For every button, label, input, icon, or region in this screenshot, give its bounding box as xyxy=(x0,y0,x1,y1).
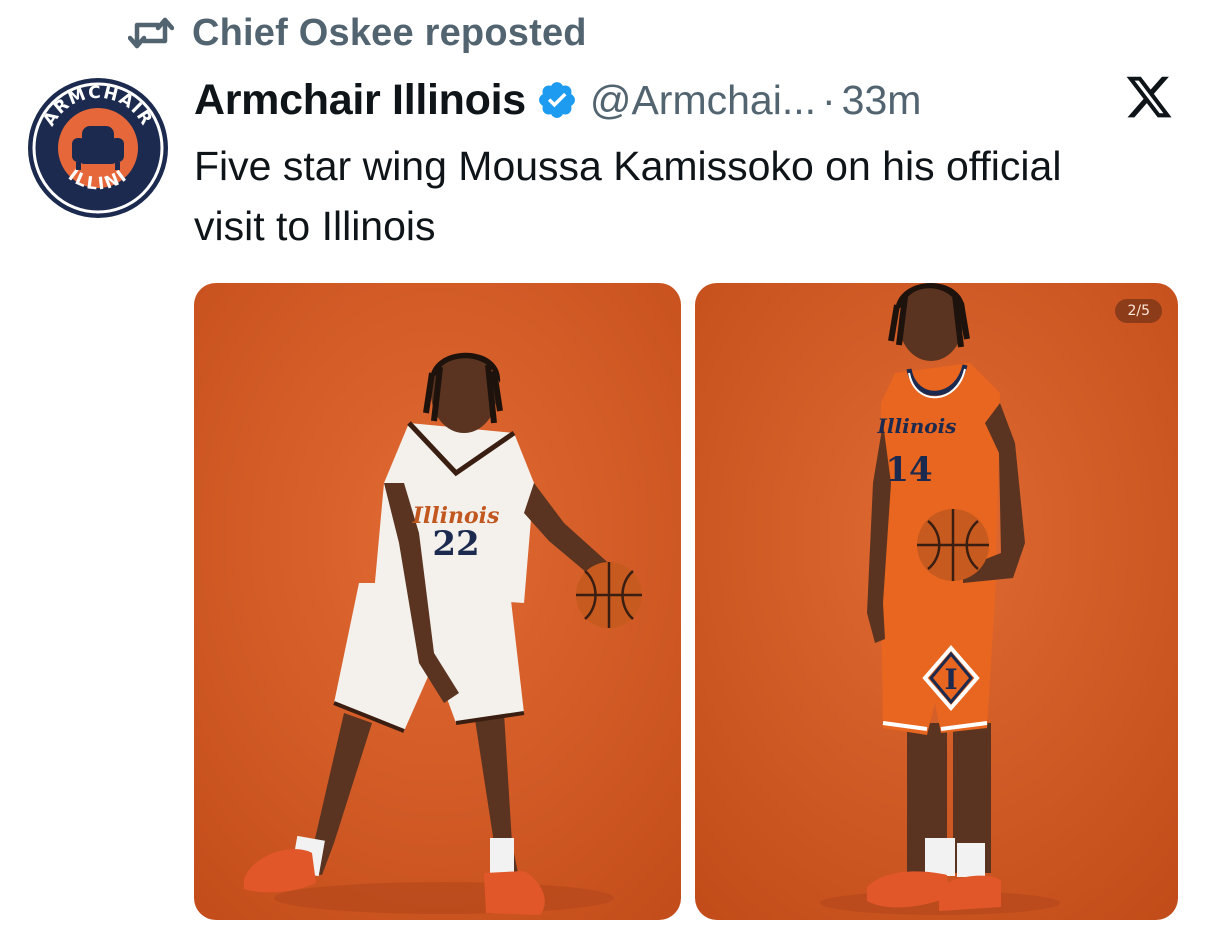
media-photo-1[interactable]: Illinois 22 xyxy=(194,283,681,920)
author-display-name[interactable]: Armchair Illinois xyxy=(194,76,526,125)
verified-badge-icon xyxy=(536,79,578,121)
jersey-text: Illinois xyxy=(877,414,957,438)
jersey-number: 14 xyxy=(885,450,932,490)
repost-header: Chief Oskee reposted xyxy=(128,10,587,56)
avatar[interactable]: ARMCHAIR ILLINI xyxy=(26,76,170,220)
shorts-logo: I xyxy=(944,663,957,696)
tweet-text: Five star wing Moussa Kamissoko on his o… xyxy=(194,143,1062,249)
x-logo-icon xyxy=(1124,72,1174,122)
tweet-card[interactable]: Chief Oskee reposted ARMCHAIR ILLINI Arm… xyxy=(0,0,1206,928)
tweet-header: Armchair Illinois @Armchai... · 33m xyxy=(194,72,921,128)
repost-label[interactable]: Chief Oskee reposted xyxy=(192,12,587,55)
repost-icon xyxy=(128,16,174,50)
basketball-icon xyxy=(576,562,642,628)
header-separator: · xyxy=(822,76,836,123)
jersey-number: 22 xyxy=(432,524,479,564)
author-handle[interactable]: @Armchai... xyxy=(590,77,816,124)
media-photo-2[interactable]: I Illinois 14 2/5 xyxy=(695,283,1178,920)
basketball-icon xyxy=(917,509,989,581)
post-timestamp[interactable]: 33m xyxy=(842,77,922,124)
media-counter-badge: 2/5 xyxy=(1115,299,1162,323)
